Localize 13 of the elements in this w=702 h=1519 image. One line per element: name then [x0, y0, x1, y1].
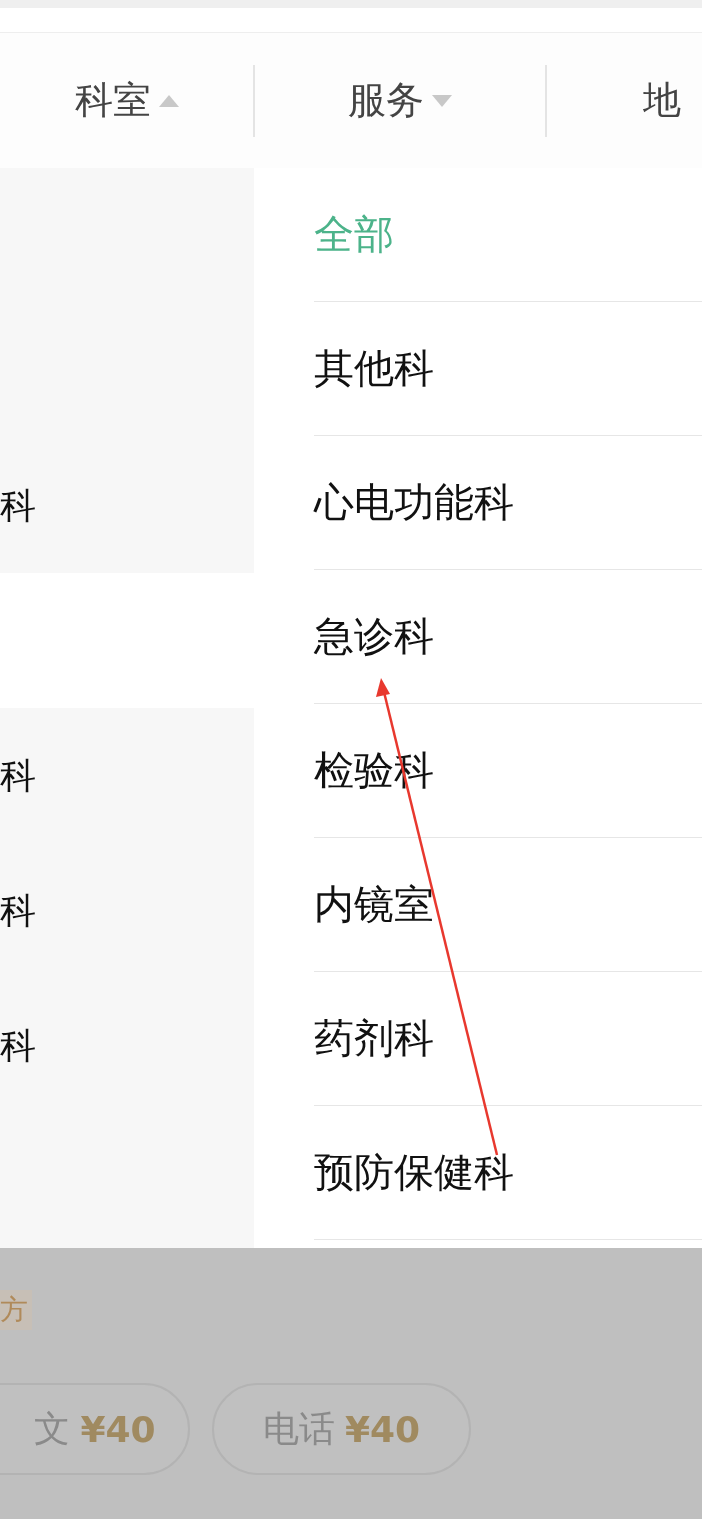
department-item[interactable]: 药剂科	[314, 972, 702, 1106]
filter-tab[interactable]: 服务	[255, 33, 545, 168]
department-item[interactable]: 预防保健科	[314, 1106, 702, 1240]
department-item[interactable]: 心电功能科	[314, 436, 702, 570]
category-label[interactable]: 科	[0, 483, 36, 528]
category-label[interactable]: 科	[0, 753, 36, 798]
category-label[interactable]: 科	[0, 1023, 36, 1068]
filter-tab[interactable]: 科室	[0, 33, 253, 168]
department-item[interactable]: 其他科	[314, 302, 702, 436]
filter-tab[interactable]: 地	[547, 33, 681, 168]
tag: 方	[0, 1290, 32, 1330]
category-label[interactable]: 科	[0, 888, 36, 933]
department-item[interactable]: 内镜室	[314, 838, 702, 972]
